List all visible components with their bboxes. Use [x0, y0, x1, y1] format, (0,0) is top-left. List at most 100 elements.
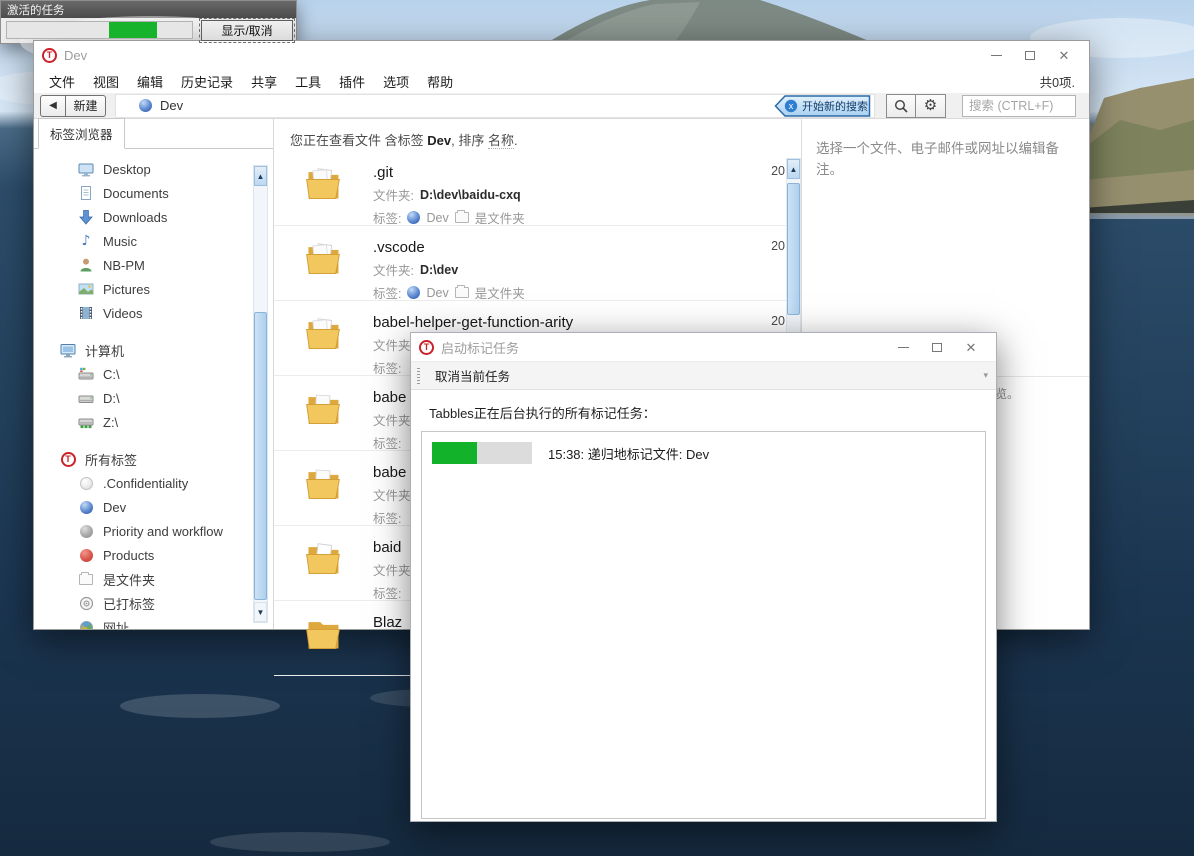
menu-share[interactable]: 共享 — [242, 69, 286, 94]
menu-view[interactable]: 视图 — [84, 69, 128, 94]
sidebar-item-drive-z[interactable]: Z:\ — [34, 410, 273, 434]
sidebar-item-videos[interactable]: Videos — [34, 301, 273, 325]
sidebar-item-products[interactable]: Products — [34, 543, 273, 567]
tab-label: Dev — [160, 98, 183, 113]
toolbar-overflow-icon[interactable]: ▾ — [983, 370, 988, 381]
search-settings-button[interactable]: ⚙ — [916, 94, 946, 118]
file-row-git[interactable]: .git 文件夹:D:\dev\baidu-cxq 标签: Dev 是文件夹 2… — [274, 151, 801, 226]
tab-strip: Dev x 开始新的搜索 — [115, 94, 875, 118]
sidebar-scroll-thumb[interactable] — [254, 312, 267, 600]
dialog-minimize-button[interactable] — [886, 335, 920, 359]
scroll-up-icon[interactable]: ▲ — [787, 159, 800, 179]
sidebar-item-music[interactable]: ♪ Music — [34, 229, 273, 253]
menu-help[interactable]: 帮助 — [418, 69, 462, 94]
sidebar-item-desktop[interactable]: Desktop — [34, 157, 273, 181]
tag-blue-icon — [407, 211, 420, 224]
tagging-task-dialog: T 启动标记任务 ✕ 取消当前任务 ▾ Tabbles正在后台执行的所有标记任务… — [410, 332, 997, 822]
item-count-status: 共0项. — [1040, 72, 1083, 91]
file-path: D:\dev\baidu-cxq — [420, 188, 521, 202]
tag-red-icon — [78, 547, 94, 563]
sidebar-item-pictures[interactable]: Pictures — [34, 277, 273, 301]
globe-icon — [78, 619, 94, 629]
cancel-current-task-button[interactable]: 取消当前任务 — [429, 362, 516, 389]
dialog-titlebar[interactable]: T 启动标记任务 ✕ — [411, 333, 996, 361]
close-button[interactable]: ✕ — [1047, 43, 1081, 67]
sidebar-tree: Desktop Documents Downloads ♪ Music — [34, 149, 273, 629]
scroll-down-icon[interactable]: ▼ — [254, 602, 267, 622]
maximize-icon — [932, 343, 942, 352]
tag-gray-icon — [78, 523, 94, 539]
file-path: D:\dev — [420, 263, 458, 277]
dialog-title: 启动标记任务 — [441, 338, 519, 357]
show-cancel-button[interactable]: 显示/取消 — [201, 20, 293, 41]
dialog-maximize-button[interactable] — [920, 335, 954, 359]
sidebar-item-nb-pm[interactable]: NB-PM — [34, 253, 273, 277]
menu-edit[interactable]: 编辑 — [128, 69, 172, 94]
menu-plugins[interactable]: 插件 — [330, 69, 374, 94]
task-list: 15:38: 递归地标记文件: Dev — [421, 431, 986, 819]
tag-label[interactable]: 是文件夹 — [475, 283, 525, 302]
menu-options[interactable]: 选项 — [374, 69, 418, 94]
sidebar-item-is-folder[interactable]: 是文件夹 — [34, 567, 273, 591]
maximize-button[interactable] — [1013, 43, 1047, 67]
main-titlebar[interactable]: T Dev ✕ — [34, 41, 1089, 69]
tag-label[interactable]: Dev — [426, 286, 448, 300]
file-list-header: 您正在查看文件 含标签 Dev, 排序 名称. — [274, 119, 801, 151]
back-button[interactable]: ◀ — [40, 95, 66, 117]
task-row[interactable]: 15:38: 递归地标记文件: Dev — [432, 442, 975, 464]
file-date: 20 — [771, 239, 785, 253]
tag-blue-icon — [139, 99, 152, 112]
desktop-icon — [78, 161, 94, 177]
sidebar-item-drive-d[interactable]: D:\ — [34, 386, 273, 410]
sidebar-item-urls[interactable]: 网址 — [34, 615, 273, 629]
folder-tag-icon — [455, 212, 469, 223]
maximize-icon — [1025, 51, 1035, 60]
menu-file[interactable]: 文件 — [40, 69, 84, 94]
sidebar-item-all-tags[interactable]: T 所有标签 — [34, 447, 273, 471]
file-scroll-thumb[interactable] — [787, 183, 800, 315]
svg-text:x: x — [789, 101, 794, 111]
tab-tag-browser[interactable]: 标签浏览器 — [38, 118, 125, 149]
user-icon — [78, 257, 94, 273]
sidebar-item-downloads[interactable]: Downloads — [34, 205, 273, 229]
sidebar-item-computer[interactable]: 计算机 — [34, 338, 273, 362]
folder-icon — [301, 239, 345, 279]
menu-history[interactable]: 历史记录 — [172, 69, 242, 94]
new-tab-button[interactable]: 新建 — [66, 95, 106, 117]
start-new-search-button[interactable]: x 开始新的搜索 — [774, 95, 871, 117]
menu-bar: 文件 视图 编辑 历史记录 共享 工具 插件 选项 帮助 共0项. — [34, 69, 1089, 93]
folder-icon — [301, 539, 345, 579]
back-arrow-icon: ◀ — [49, 100, 57, 111]
start-new-search-label: 开始新的搜索 — [802, 99, 868, 113]
sidebar-item-documents[interactable]: Documents — [34, 181, 273, 205]
scroll-up-icon[interactable]: ▲ — [254, 166, 267, 186]
notes-placeholder-text: 选择一个文件、电子邮件或网址以编辑备注。 — [802, 119, 1089, 181]
task-progress-bar — [432, 442, 532, 464]
search-files-button[interactable] — [886, 94, 916, 118]
marquee-progress-bar — [6, 21, 193, 39]
menu-tools[interactable]: 工具 — [286, 69, 330, 94]
file-name: babel-helper-get-function-arity — [373, 314, 573, 331]
sidebar-item-priority-workflow[interactable]: Priority and workflow — [34, 519, 273, 543]
marquee-progress-block — [109, 22, 157, 38]
sidebar-item-tagged[interactable]: 已打标签 — [34, 591, 273, 615]
tag-label[interactable]: 是文件夹 — [475, 208, 525, 227]
folder-icon — [301, 164, 345, 204]
minimize-button[interactable] — [979, 43, 1013, 67]
file-row-vscode[interactable]: .vscode 文件夹:D:\dev 标签: Dev 是文件夹 20 — [274, 226, 801, 301]
folder-tag-icon — [455, 287, 469, 298]
tab-dev[interactable]: Dev — [116, 95, 197, 117]
folder-icon — [301, 314, 345, 354]
tabbles-logo-icon: T — [42, 48, 57, 63]
sidebar-scrollbar[interactable]: ▲ ▼ — [253, 165, 268, 623]
magnifier-icon — [893, 98, 909, 114]
file-name: Blaz — [373, 614, 402, 631]
dialog-close-button[interactable]: ✕ — [954, 335, 988, 359]
sidebar-item-dev[interactable]: Dev — [34, 495, 273, 519]
tag-label[interactable]: Dev — [426, 211, 448, 225]
sidebar-item-drive-c[interactable]: C:\ — [34, 362, 273, 386]
tabbles-logo-icon: T — [60, 451, 76, 467]
sidebar-item-confidentiality[interactable]: .Confidentiality — [34, 471, 273, 495]
search-input[interactable] — [962, 95, 1076, 117]
sort-by-name-link[interactable]: 名称 — [488, 133, 514, 149]
